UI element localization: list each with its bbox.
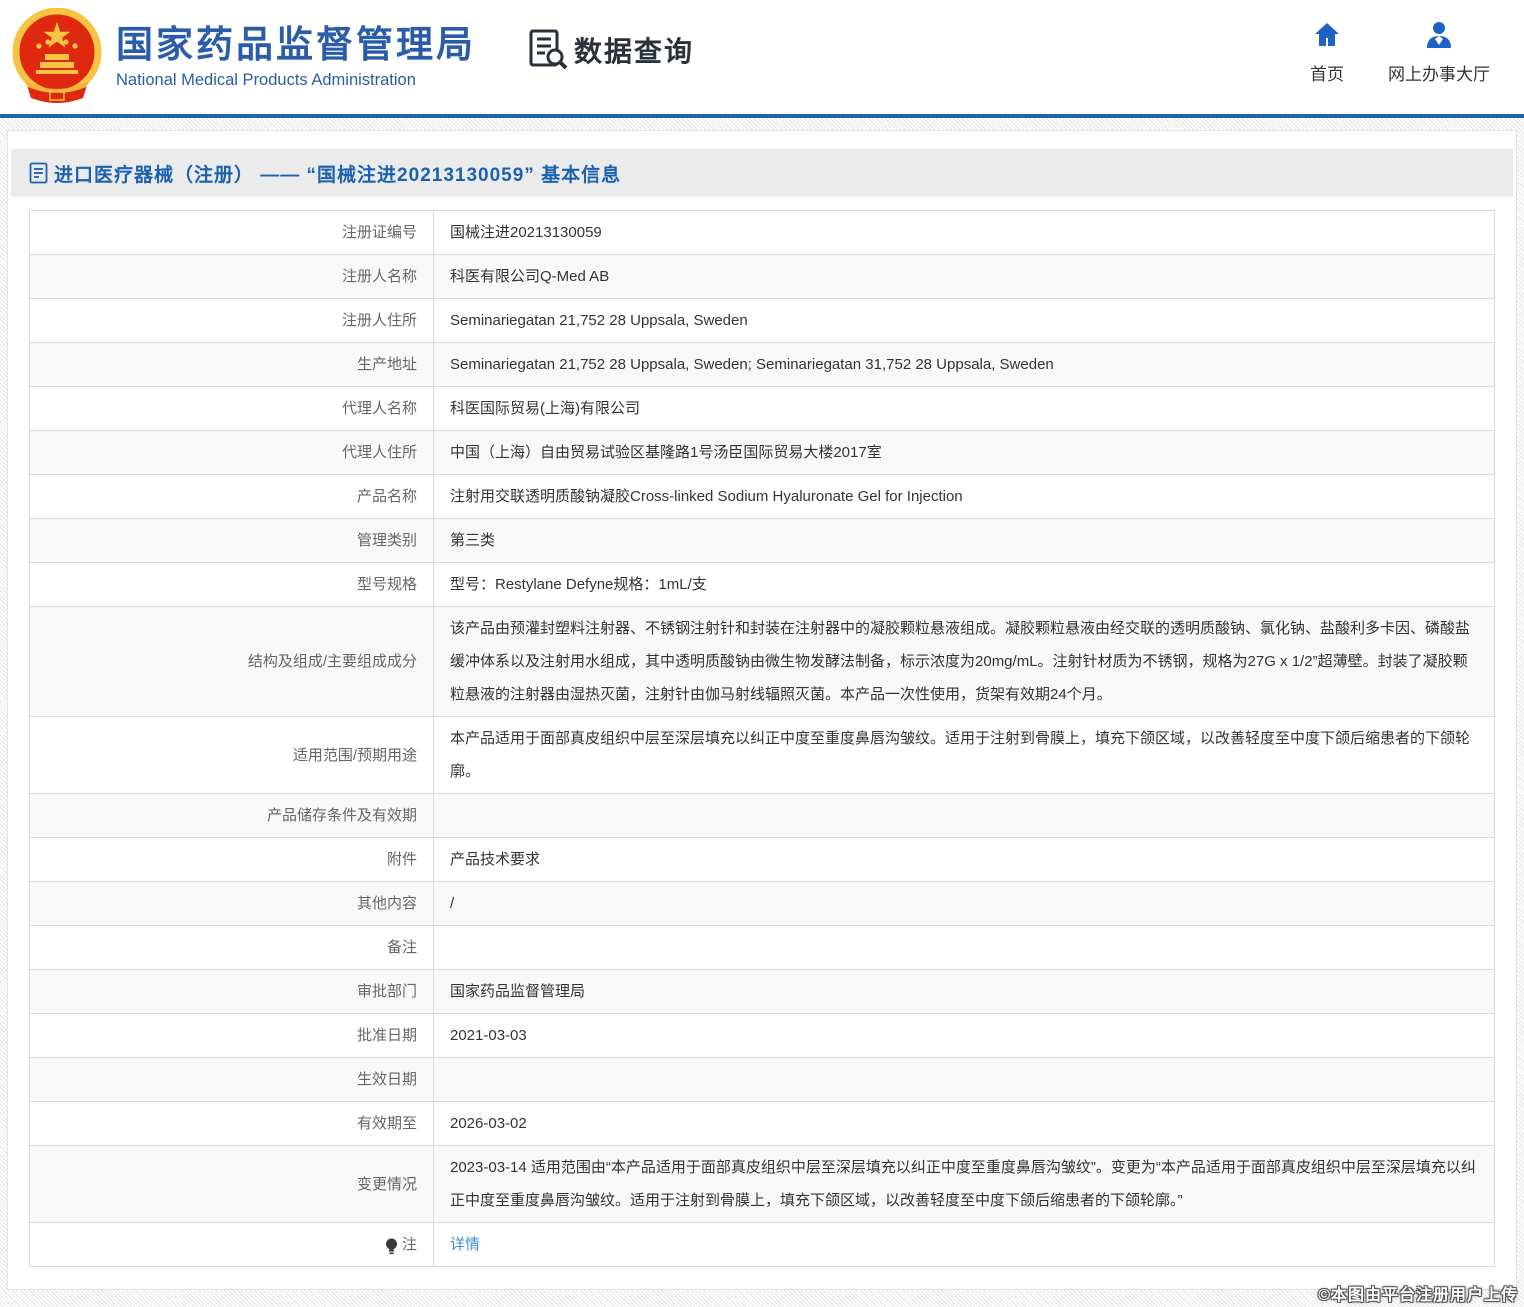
- page-titlebar: 进口医疗器械（注册） —— “国械注进20213130059” 基本信息: [11, 149, 1513, 197]
- table-row: 审批部门国家药品监督管理局: [30, 970, 1494, 1014]
- row-label: 代理人名称: [30, 387, 434, 430]
- table-row: 其他内容/: [30, 882, 1494, 926]
- table-row: 注册证编号国械注进20213130059: [30, 211, 1494, 255]
- table-row: 有效期至2026-03-02: [30, 1102, 1494, 1146]
- row-value: 国械注进20213130059: [434, 211, 1494, 254]
- table-row: 批准日期2021-03-03: [30, 1014, 1494, 1058]
- row-value: 2023-03-14 适用范围由“本产品适用于面部真皮组织中层至深层填充以纠正中…: [434, 1146, 1494, 1222]
- row-label: 审批部门: [30, 970, 434, 1013]
- nav-service-hall[interactable]: 网上办事大厅: [1388, 20, 1490, 85]
- table-row: 变更情况2023-03-14 适用范围由“本产品适用于面部真皮组织中层至深层填充…: [30, 1146, 1494, 1223]
- org-name-cn: 国家药品监督管理局: [116, 24, 476, 67]
- header-divider: [0, 114, 1524, 118]
- row-value: 2021-03-03: [434, 1014, 1494, 1057]
- row-label: 产品名称: [30, 475, 434, 518]
- row-label: 其他内容: [30, 882, 434, 925]
- site-header: 国家药品监督管理局 National Medical Products Admi…: [0, 0, 1524, 114]
- row-label: 附件: [30, 838, 434, 881]
- row-value: 科医国际贸易(上海)有限公司: [434, 387, 1494, 430]
- row-label: 型号规格: [30, 563, 434, 606]
- nav-home-label: 首页: [1310, 60, 1344, 85]
- row-label: 注册人名称: [30, 255, 434, 298]
- table-row: 产品储存条件及有效期: [30, 794, 1494, 838]
- table-row: 代理人住所中国（上海）自由贸易试验区基隆路1号汤臣国际贸易大楼2017室: [30, 431, 1494, 475]
- row-value: [434, 794, 1494, 837]
- brand-text: 国家药品监督管理局 National Medical Products Admi…: [116, 24, 476, 91]
- row-value: 2026-03-02: [434, 1102, 1494, 1145]
- table-row: 代理人名称科医国际贸易(上海)有限公司: [30, 387, 1494, 431]
- org-name-en: National Medical Products Administration: [116, 71, 476, 90]
- document-search-icon: [528, 28, 568, 72]
- row-value: 科医有限公司Q-Med AB: [434, 255, 1494, 298]
- table-row: 生产地址Seminariegatan 21,752 28 Uppsala, Sw…: [30, 343, 1494, 387]
- row-label: 有效期至: [30, 1102, 434, 1145]
- header-nav: 首页 网上办事大厅: [1310, 20, 1490, 85]
- content-container: 进口医疗器械（注册） —— “国械注进20213130059” 基本信息 注册证…: [7, 130, 1517, 1290]
- table-row: 附件产品技术要求: [30, 838, 1494, 882]
- row-value: /: [434, 882, 1494, 925]
- row-value: 第三类: [434, 519, 1494, 562]
- page-title: 进口医疗器械（注册） —— “国械注进20213130059” 基本信息: [54, 160, 621, 187]
- row-value: 中国（上海）自由贸易试验区基隆路1号汤臣国际贸易大楼2017室: [434, 431, 1494, 474]
- row-label: 代理人住所: [30, 431, 434, 474]
- row-label: 结构及组成/主要组成成分: [30, 607, 434, 716]
- row-value: 产品技术要求: [434, 838, 1494, 881]
- row-value: Seminariegatan 21,752 28 Uppsala, Sweden: [434, 299, 1494, 342]
- nav-home[interactable]: 首页: [1310, 20, 1344, 85]
- row-label: 批准日期: [30, 1014, 434, 1057]
- table-row: 结构及组成/主要组成成分该产品由预灌封塑料注射器、不锈钢注射针和封装在注射器中的…: [30, 607, 1494, 717]
- row-label: 适用范围/预期用途: [30, 717, 434, 793]
- row-label: 产品储存条件及有效期: [30, 794, 434, 837]
- row-label: 注册证编号: [30, 211, 434, 254]
- row-value: 本产品适用于面部真皮组织中层至深层填充以纠正中度至重度鼻唇沟皱纹。适用于注射到骨…: [434, 717, 1494, 793]
- table-row: 注册人名称科医有限公司Q-Med AB: [30, 255, 1494, 299]
- row-value: 型号：Restylane Defyne规格：1mL/支: [434, 563, 1494, 606]
- details-link[interactable]: 详情: [450, 1228, 480, 1261]
- document-icon: [29, 162, 48, 184]
- data-query-section: 数据查询: [528, 28, 694, 72]
- row-value: [434, 1058, 1494, 1101]
- row-label: 变更情况: [30, 1146, 434, 1222]
- data-query-label: 数据查询: [574, 30, 694, 70]
- table-row: 管理类别第三类: [30, 519, 1494, 563]
- bulb-icon: [385, 1238, 398, 1255]
- watermark-text: ©本图由平台注册用户上传: [1318, 1281, 1518, 1305]
- table-row: 生效日期: [30, 1058, 1494, 1102]
- table-row-note: 注 详情: [30, 1223, 1494, 1267]
- table-row: 备注: [30, 926, 1494, 970]
- row-label: 生产地址: [30, 343, 434, 386]
- nav-service-hall-label: 网上办事大厅: [1388, 60, 1490, 85]
- row-label: 备注: [30, 926, 434, 969]
- row-label: 注册人住所: [30, 299, 434, 342]
- row-value: Seminariegatan 21,752 28 Uppsala, Sweden…: [434, 343, 1494, 386]
- row-value: 该产品由预灌封塑料注射器、不锈钢注射针和封装在注射器中的凝胶颗粒悬液组成。凝胶颗…: [434, 607, 1494, 716]
- registration-info-table: 注册证编号国械注进20213130059 注册人名称科医有限公司Q-Med AB…: [29, 210, 1495, 1267]
- row-value: [434, 926, 1494, 969]
- brand: 国家药品监督管理局 National Medical Products Admi…: [12, 8, 476, 106]
- row-value: 注射用交联透明质酸钠凝胶Cross-linked Sodium Hyaluron…: [434, 475, 1494, 518]
- national-emblem-logo: [12, 8, 102, 106]
- row-label: 生效日期: [30, 1058, 434, 1101]
- row-label-note: 注: [30, 1223, 434, 1266]
- table-row: 适用范围/预期用途本产品适用于面部真皮组织中层至深层填充以纠正中度至重度鼻唇沟皱…: [30, 717, 1494, 794]
- row-value: 国家药品监督管理局: [434, 970, 1494, 1013]
- row-value-note: 详情: [434, 1223, 1494, 1266]
- table-row: 型号规格型号：Restylane Defyne规格：1mL/支: [30, 563, 1494, 607]
- home-icon: [1312, 20, 1342, 50]
- table-row: 产品名称注射用交联透明质酸钠凝胶Cross-linked Sodium Hyal…: [30, 475, 1494, 519]
- row-label: 管理类别: [30, 519, 434, 562]
- table-row: 注册人住所Seminariegatan 21,752 28 Uppsala, S…: [30, 299, 1494, 343]
- user-icon: [1424, 20, 1454, 50]
